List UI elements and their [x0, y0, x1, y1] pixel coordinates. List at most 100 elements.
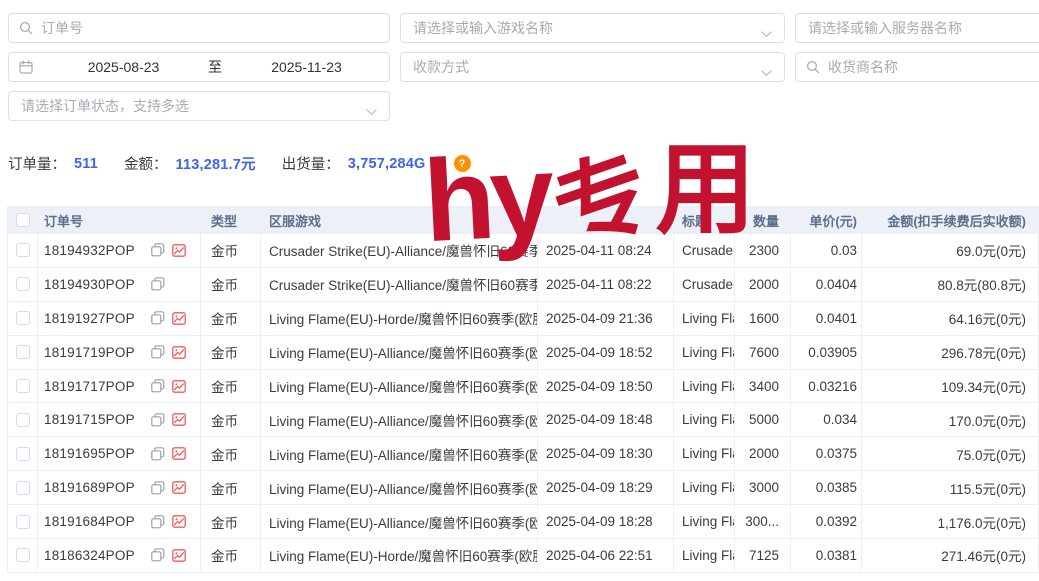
row-select-cell — [8, 336, 38, 369]
date-range-picker[interactable]: 2025-08-23 至 2025-11-23 — [8, 52, 390, 82]
table-body: 18194932POP 金币 Crusader Strike(EU)-Allia… — [8, 234, 1039, 573]
title-cell: Living Fla — [674, 370, 735, 403]
copy-icon[interactable] — [151, 481, 165, 495]
row-checkbox[interactable] — [16, 379, 30, 393]
row-checkbox[interactable] — [16, 481, 30, 495]
copy-icon[interactable] — [151, 345, 165, 359]
title-cell: Crusader — [674, 234, 735, 267]
type-cell: 金币 — [201, 403, 261, 436]
help-icon[interactable]: ? — [454, 155, 471, 172]
amount-cell: 69.0元(0元) — [862, 234, 1039, 267]
date-start-value[interactable]: 2025-08-23 — [41, 59, 206, 75]
row-checkbox[interactable] — [16, 515, 30, 529]
receiver-name-input[interactable]: 收货商名称 — [795, 52, 1039, 82]
order-number-cell: 18191695POP — [38, 437, 201, 470]
time-cell: 2025-04-06 22:51 — [538, 539, 674, 572]
order-count-stat: 订单量： 511 — [8, 153, 98, 174]
calendar-icon — [19, 60, 33, 74]
server-game-cell: Living Flame(EU)-Alliance/魔兽怀旧60赛季(欧 — [261, 370, 538, 403]
shipment-stat: 出货量： 3,757,284G — [282, 153, 426, 174]
header-select-all-cell — [8, 207, 38, 233]
time-cell: 2025-04-11 08:24 — [538, 234, 674, 267]
copy-icon[interactable] — [151, 515, 165, 529]
table-row: 18191719POP 金币 Living Flame(EU)-Alliance… — [8, 336, 1039, 370]
image-icon[interactable] — [172, 346, 186, 359]
title-cell: Living Fla — [674, 336, 735, 369]
select-all-checkbox[interactable] — [16, 213, 30, 227]
order-number: 18191927POP — [44, 311, 135, 326]
chevron-down-icon — [366, 103, 377, 119]
copy-icon[interactable] — [151, 277, 165, 291]
image-icon[interactable] — [172, 447, 186, 460]
image-icon[interactable] — [172, 380, 186, 393]
table-row: 18194932POP 金币 Crusader Strike(EU)-Allia… — [8, 234, 1039, 268]
row-checkbox[interactable] — [16, 345, 30, 359]
type-cell: 金币 — [201, 234, 261, 267]
amount-cell: 271.46元(0元) — [862, 539, 1039, 572]
copy-icon[interactable] — [151, 548, 165, 562]
row-checkbox[interactable] — [16, 311, 30, 325]
header-unit-price: 单价(元) — [791, 207, 862, 233]
type-cell: 金币 — [201, 471, 261, 504]
time-cell: 2025-04-09 21:36 — [538, 302, 674, 335]
server-game-cell: Crusader Strike(EU)-Alliance/魔兽怀旧60赛季(欧 — [261, 268, 538, 301]
quantity-cell: 2300 — [735, 234, 791, 267]
row-select-cell — [8, 403, 38, 436]
table-row: 18191715POP 金币 Living Flame(EU)-Alliance… — [8, 403, 1039, 437]
payment-method-select[interactable]: 收款方式 — [400, 52, 785, 82]
copy-icon[interactable] — [151, 379, 165, 393]
game-name-select[interactable]: 请选择或输入游戏名称 — [400, 13, 785, 43]
order-number-cell: 18191717POP — [38, 370, 201, 403]
quantity-cell: 1600 — [735, 302, 791, 335]
quantity-cell: 2000 — [735, 268, 791, 301]
order-number-cell: 18186324POP — [38, 539, 201, 572]
title-cell: Living Fla — [674, 437, 735, 470]
image-icon[interactable] — [172, 244, 186, 257]
date-separator: 至 — [206, 57, 224, 77]
amount-cell: 75.0元(0元) — [862, 437, 1039, 470]
type-cell: 金币 — [201, 302, 261, 335]
copy-icon[interactable] — [151, 243, 165, 257]
amount-cell: 1,176.0元(0元) — [862, 505, 1039, 538]
title-cell: Living Fla — [674, 539, 735, 572]
copy-icon[interactable] — [151, 311, 165, 325]
date-end-value[interactable]: 2025-11-23 — [224, 59, 389, 75]
server-game-cell: Living Flame(EU)-Alliance/魔兽怀旧60赛季(欧 — [261, 403, 538, 436]
order-number: 18191715POP — [44, 412, 135, 427]
table-row: 18194930POP 金币 Crusader Strike(EU)-Allia… — [8, 268, 1039, 302]
order-number: 18191695POP — [44, 446, 135, 461]
time-cell: 2025-04-09 18:29 — [538, 471, 674, 504]
amount-stat: 金额： 113,281.7元 — [124, 153, 256, 174]
order-number-placeholder: 订单号 — [41, 18, 83, 38]
shipment-value: 3,757,284G — [348, 156, 426, 172]
image-icon[interactable] — [172, 515, 186, 528]
order-number-cell: 18191684POP — [38, 505, 201, 538]
quantity-cell: 7600 — [735, 336, 791, 369]
time-cell: 2025-04-09 18:50 — [538, 370, 674, 403]
image-icon[interactable] — [172, 549, 186, 562]
image-icon[interactable] — [172, 413, 186, 426]
chevron-down-icon — [761, 64, 772, 80]
amount-cell: 64.16元(0元) — [862, 302, 1039, 335]
image-icon[interactable] — [172, 312, 186, 325]
order-status-select[interactable]: 请选择订单状态，支持多选 — [8, 91, 390, 121]
image-icon[interactable] — [172, 481, 186, 494]
copy-icon[interactable] — [151, 413, 165, 427]
row-checkbox[interactable] — [16, 243, 30, 257]
unit-price-cell: 0.03905 — [791, 336, 862, 369]
order-number-cell: 18191927POP — [38, 302, 201, 335]
copy-icon[interactable] — [151, 447, 165, 461]
unit-price-cell: 0.034 — [791, 403, 862, 436]
title-cell: Living Fla — [674, 302, 735, 335]
row-checkbox[interactable] — [16, 413, 30, 427]
row-checkbox[interactable] — [16, 548, 30, 562]
order-number-input[interactable]: 订单号 — [8, 13, 390, 43]
server-game-cell: Living Flame(EU)-Horde/魔兽怀旧60赛季(欧服 — [261, 539, 538, 572]
type-cell: 金币 — [201, 437, 261, 470]
server-name-select[interactable]: 请选择或输入服务器名称 — [795, 13, 1039, 43]
table-row: 18191927POP 金币 Living Flame(EU)-Horde/魔兽… — [8, 302, 1039, 336]
order-number: 18191717POP — [44, 379, 135, 394]
row-checkbox[interactable] — [16, 277, 30, 291]
row-checkbox[interactable] — [16, 447, 30, 461]
server-game-cell: Living Flame(EU)-Alliance/魔兽怀旧60赛季(欧 — [261, 336, 538, 369]
